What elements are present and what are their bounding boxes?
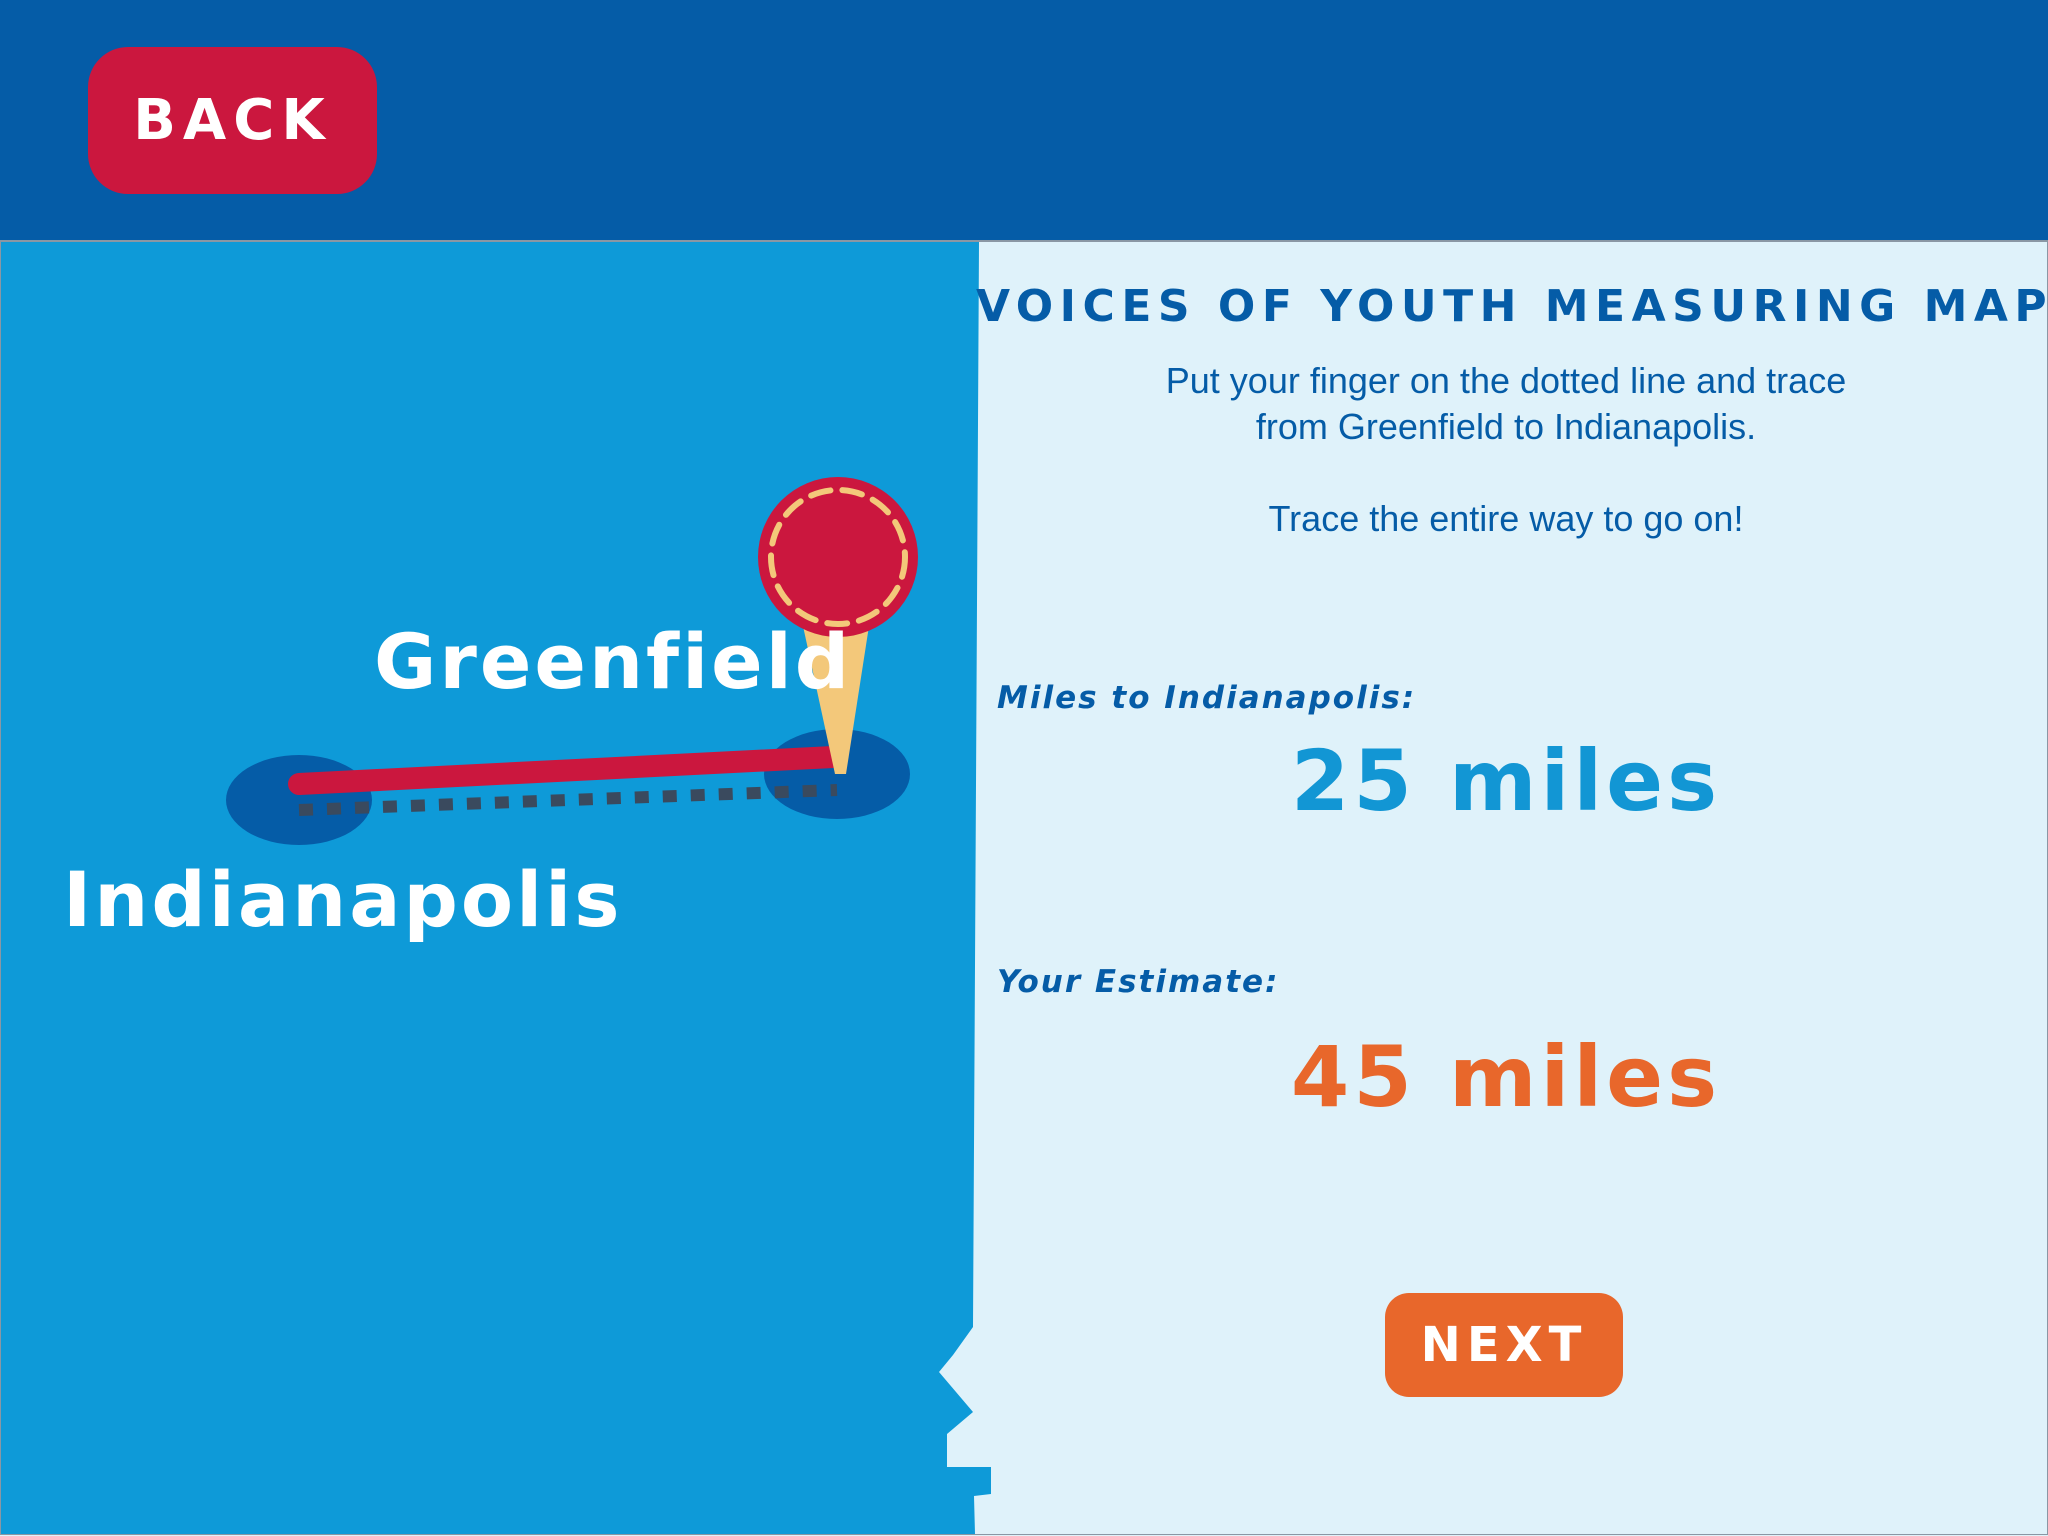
indianapolis-marker [226, 755, 372, 845]
page-title: VOICES OF YOUTH MEASURING MAP [976, 281, 2048, 332]
actual-miles-value: 25 miles [1290, 732, 1722, 830]
top-bar: BACK [0, 0, 2048, 242]
actual-miles-label: Miles to Indianapolis: [997, 680, 1417, 716]
main-area: Greenfield Indianapolis VOICES OF YOUTH … [0, 242, 2048, 1535]
back-button[interactable]: BACK [88, 47, 377, 194]
instruction-line-3: Trace the entire way to go on! [1268, 498, 1744, 539]
instruction-line-1: Put your finger on the dotted line and t… [1165, 360, 1847, 401]
estimate-value: 45 miles [1290, 1028, 1722, 1126]
destination-city-label: Indianapolis [63, 855, 623, 944]
estimate-label: Your Estimate: [997, 964, 1280, 1000]
instruction-line-2: from Greenfield to Indianapolis. [1255, 406, 1757, 447]
origin-city-label: Greenfield [374, 617, 853, 706]
pin-head[interactable] [758, 477, 918, 637]
next-button[interactable]: NEXT [1385, 1293, 1623, 1397]
